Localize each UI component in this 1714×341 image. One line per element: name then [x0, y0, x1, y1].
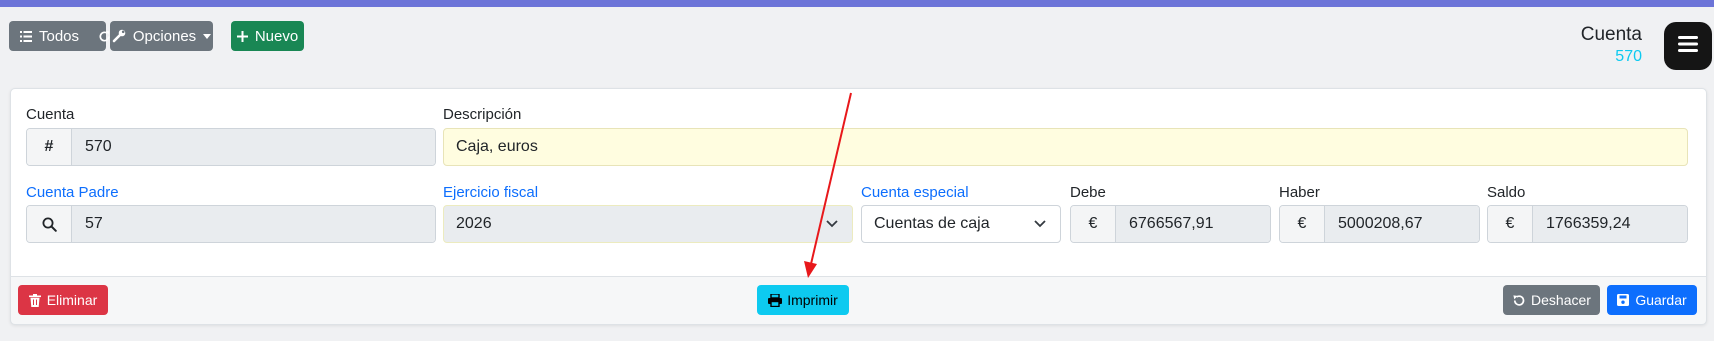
ejercicio-fiscal-value: 2026: [456, 215, 492, 232]
euro-icon: €: [1071, 206, 1116, 242]
all-button[interactable]: Todos: [9, 21, 110, 51]
haber-label: Haber: [1279, 184, 1320, 201]
chevron-down-icon: [826, 215, 838, 233]
haber-value: 5000208,67: [1325, 206, 1479, 242]
euro-icon: €: [1280, 206, 1325, 242]
page-subtitle: 570: [1615, 48, 1642, 65]
saldo-label: Saldo: [1487, 184, 1526, 201]
all-button-label: Todos: [39, 27, 80, 45]
undo-button-label: Deshacer: [1531, 292, 1591, 308]
saldo-value: 1766359,24: [1533, 206, 1687, 242]
page-title-block: Cuenta 570: [1581, 23, 1642, 67]
wrench-icon: [112, 29, 126, 43]
options-button-label: Opciones: [132, 27, 197, 45]
cuenta-value: 570: [72, 129, 435, 165]
options-button[interactable]: Opciones: [110, 21, 213, 51]
save-button[interactable]: Guardar: [1607, 285, 1697, 315]
print-button-label: Imprimir: [787, 292, 838, 308]
euro-icon: €: [1488, 206, 1533, 242]
page-title: Cuenta: [1580, 24, 1642, 45]
new-button-label: Nuevo: [254, 27, 299, 45]
caret-down-icon: [203, 33, 212, 39]
delete-button-label: Eliminar: [46, 292, 98, 308]
menu-button[interactable]: [1664, 22, 1712, 70]
debe-field: € 6766567,91: [1070, 205, 1271, 243]
ejercicio-fiscal-link[interactable]: Ejercicio fiscal: [443, 184, 538, 202]
card-footer: [10, 276, 1707, 325]
debe-value: 6766567,91: [1116, 206, 1270, 242]
printer-icon: [768, 293, 783, 307]
new-button[interactable]: Nuevo: [231, 21, 304, 51]
cuenta-especial-select[interactable]: Cuentas de caja: [861, 205, 1061, 243]
chevron-down-icon: [1034, 215, 1046, 233]
descripcion-input[interactable]: Caja, euros: [443, 128, 1688, 166]
hash-icon: #: [27, 129, 72, 165]
search-icon[interactable]: [27, 206, 72, 242]
cuenta-padre-field[interactable]: 57: [26, 205, 436, 243]
plus-icon: [236, 30, 248, 42]
cuenta-padre-value: 57: [72, 206, 435, 242]
cuenta-padre-link[interactable]: Cuenta Padre: [26, 184, 119, 202]
ejercicio-fiscal-select[interactable]: 2026: [443, 205, 853, 243]
cuenta-especial-value: Cuentas de caja: [874, 215, 990, 232]
accent-bar: [0, 0, 1714, 7]
save-button-label: Guardar: [1635, 292, 1687, 308]
menu-icon: [1678, 35, 1698, 57]
cuenta-field: # 570: [26, 128, 436, 166]
cuenta-label: Cuenta: [26, 106, 75, 123]
saldo-field: € 1766359,24: [1487, 205, 1688, 243]
debe-label: Debe: [1070, 184, 1106, 201]
undo-icon: [1512, 294, 1525, 307]
undo-button[interactable]: Deshacer: [1503, 285, 1600, 315]
save-icon: [1617, 294, 1630, 306]
cuenta-especial-link[interactable]: Cuenta especial: [861, 184, 969, 202]
delete-button[interactable]: Eliminar: [18, 285, 108, 315]
descripcion-label: Descripción: [443, 106, 522, 123]
print-button[interactable]: Imprimir: [757, 285, 849, 315]
trash-icon: [28, 293, 41, 307]
list-icon: [20, 30, 32, 42]
haber-field: € 5000208,67: [1279, 205, 1480, 243]
